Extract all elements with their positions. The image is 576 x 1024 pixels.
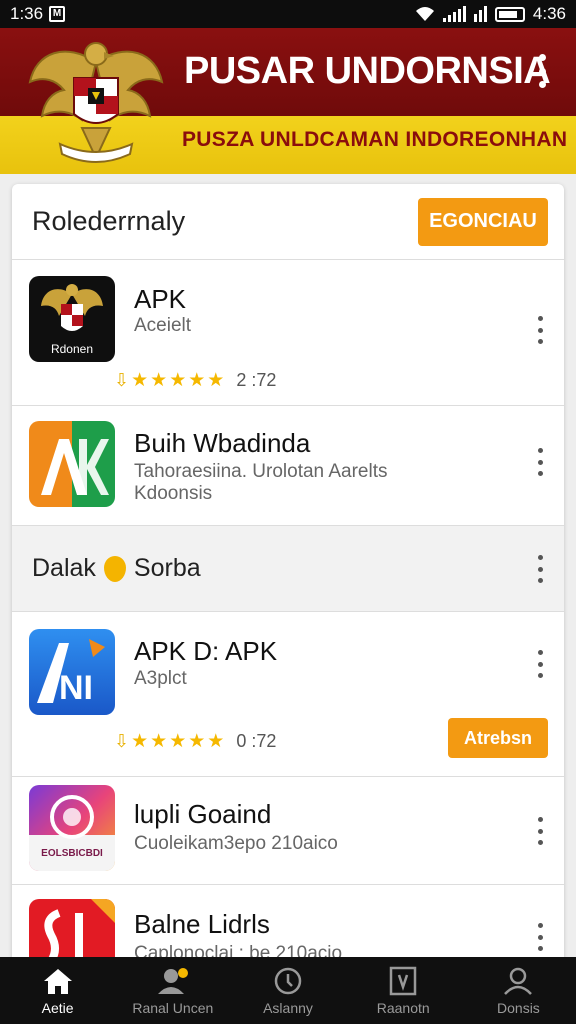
list-item[interactable]: EOLSBICBDI lupli Goaind Cuoleikam3epo 21…: [12, 777, 564, 885]
more-options-icon[interactable]: [534, 316, 546, 344]
category-label-part2: Sorba: [133, 554, 201, 582]
app-desc: Cuoleikam3epo 210aico: [134, 833, 338, 854]
app-icon-caption: Rdonen: [50, 342, 94, 356]
notification-icon: M: [49, 6, 66, 22]
star-icon: ★: [131, 731, 149, 752]
status-bar: 1:36 M 4:36: [0, 0, 576, 28]
app-header: PUSAR UNDORNSIA PUSZA UNLDCAMAN INDOREON…: [0, 28, 576, 174]
bottom-navigation: Aetie Ranal Uncen Aslanny Raanotn Donsis: [0, 957, 576, 1024]
download-icon: ⇩: [114, 370, 130, 390]
app-desc-line1: Tahoraesiina. Urolotan Aarelts: [134, 461, 388, 482]
garuda-emblem-icon: [28, 42, 164, 163]
apk-letter-icon: NI: [29, 629, 115, 715]
star-icon: ★: [169, 370, 187, 391]
list-item[interactable]: Rdonen APK Aceielt ⇩ ★ ★ ★ ★ ★ 2 :72: [12, 260, 564, 406]
nav-item-history[interactable]: Aslanny: [230, 957, 345, 1024]
signal-icon: [442, 6, 466, 22]
app-title: Balne Lidrls: [134, 909, 270, 939]
header-title: PUSAR UNDORNSIA: [184, 50, 551, 92]
app-title: Buih Wbadinda: [134, 428, 311, 458]
nav-label: Ranal Uncen: [132, 999, 214, 1016]
more-options-icon[interactable]: [534, 448, 546, 476]
nav-item-profile[interactable]: Ranal Uncen: [115, 957, 230, 1024]
wifi-icon: [415, 7, 434, 21]
location-pin-icon: [103, 555, 126, 582]
overflow-menu-icon[interactable]: [536, 54, 548, 88]
star-icon: ★: [207, 370, 225, 391]
category-label: Dalak Sorba: [32, 554, 201, 583]
app-list-card: Rolederrnaly EGONCIAU Rdonen APK Aceielt…: [12, 184, 564, 964]
rating-value: 2 :72: [236, 370, 277, 390]
signal-icon-2: [473, 6, 487, 22]
list-header-title: Rolederrnaly: [32, 206, 186, 236]
app-title: APK: [134, 284, 187, 314]
app-desc: Aceielt: [134, 315, 192, 336]
app-title: APK D: APK: [134, 636, 278, 666]
list-header: Rolederrnaly EGONCIAU: [12, 184, 564, 260]
app-icon-apk-d: NI: [29, 629, 115, 715]
battery-icon: [494, 6, 525, 22]
app-title: lupli Goaind: [134, 799, 272, 829]
app-icon-balne: [29, 899, 115, 964]
more-options-icon[interactable]: [534, 817, 546, 845]
list-item[interactable]: Buih Wbadinda Tahoraesiina. Urolotan Aar…: [12, 406, 564, 526]
app-rating: ⇩ ★ ★ ★ ★ ★ 0 :72: [114, 730, 276, 753]
install-button[interactable]: Atrebsn: [448, 718, 548, 758]
profile-icon: [157, 967, 188, 994]
header-subtitle: PUSZA UNLDCAMAN INDOREONHAN: [182, 128, 568, 151]
home-icon: [43, 968, 72, 994]
category-label-part1: Dalak: [32, 554, 96, 582]
nav-item-news[interactable]: Raanotn: [346, 957, 461, 1024]
app-icon-apk: Rdonen: [29, 276, 115, 362]
star-icon: ★: [169, 731, 187, 752]
status-time-left: 1:36: [10, 4, 44, 23]
svg-text:NI: NI: [59, 669, 93, 707]
ak-letter-icon: [29, 421, 115, 507]
nav-item-home[interactable]: Aetie: [0, 957, 115, 1024]
list-item[interactable]: NI APK D: APK A3plct ⇩ ★ ★ ★ ★ ★ 0 :72 Atreb…: [12, 612, 564, 777]
rating-value: 0 :72: [236, 731, 277, 751]
nav-label: Raanotn: [376, 999, 430, 1016]
clock-icon: [274, 967, 302, 994]
list-header-button[interactable]: EGONCIAU: [418, 197, 548, 246]
red-app-icon: [44, 899, 115, 964]
download-icon: ⇩: [114, 731, 130, 751]
nav-label: Aetie: [41, 999, 74, 1016]
app-desc: A3plct: [134, 668, 187, 689]
news-icon: [389, 966, 417, 995]
app-icon-lupli: EOLSBICBDI: [29, 785, 115, 871]
user-icon: [504, 967, 533, 995]
more-options-icon[interactable]: [534, 650, 546, 678]
nav-label: Donsis: [497, 999, 540, 1016]
star-icon: ★: [188, 731, 206, 752]
more-options-icon[interactable]: [534, 555, 546, 583]
status-time-right: 4:36: [532, 4, 566, 23]
app-icon-ak: [29, 421, 115, 507]
star-icon: ★: [207, 731, 225, 752]
category-section-header[interactable]: Dalak Sorba: [12, 526, 564, 612]
star-icon: ★: [150, 370, 168, 391]
more-options-icon[interactable]: [534, 923, 546, 951]
star-icon: ★: [150, 731, 168, 752]
nav-label: Aslanny: [263, 999, 313, 1016]
nav-item-account[interactable]: Donsis: [461, 957, 576, 1024]
list-item[interactable]: Balne Lidrls Caplonoclai : be 210acio: [12, 885, 564, 964]
app-icon-caption: EOLSBICBDI: [41, 848, 103, 859]
app-desc-line2: Kdoonsis: [134, 483, 213, 504]
star-icon: ★: [131, 370, 149, 391]
star-icon: ★: [188, 370, 206, 391]
app-rating: ⇩ ★ ★ ★ ★ ★ 2 :72: [114, 369, 276, 392]
